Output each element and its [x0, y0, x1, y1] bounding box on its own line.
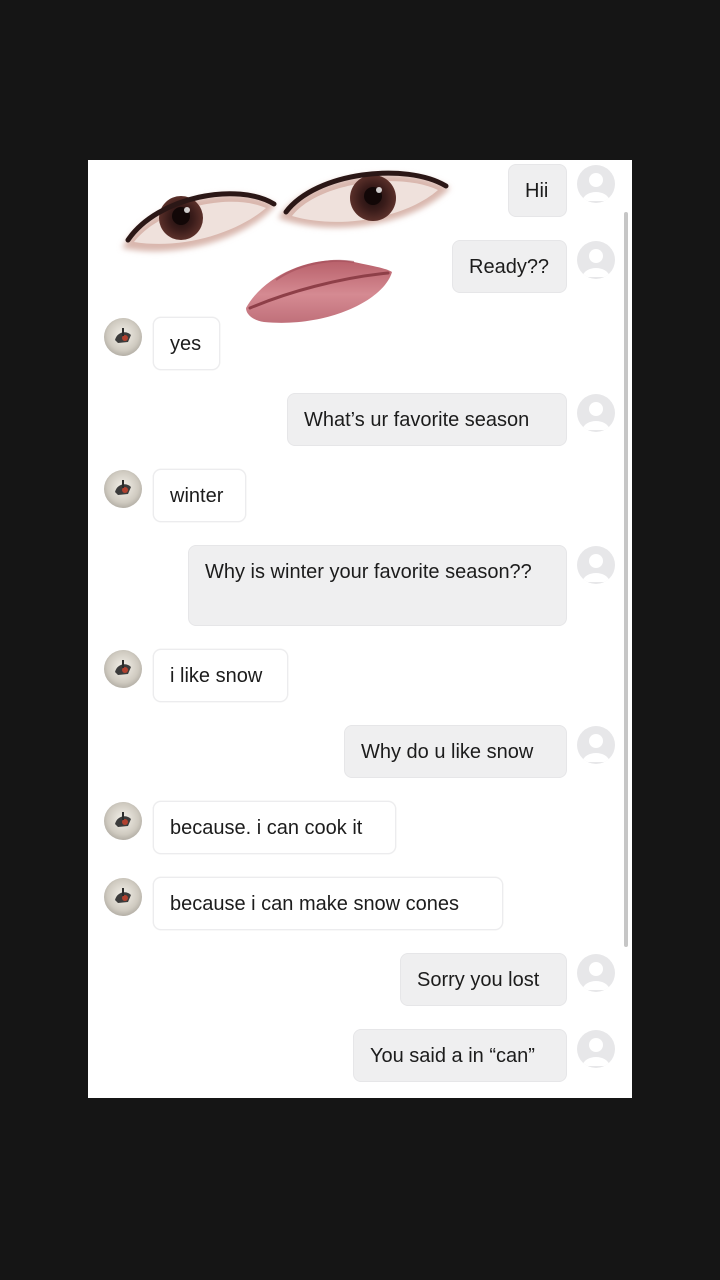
user-avatar-icon[interactable] — [577, 954, 615, 992]
user-avatar-icon[interactable] — [577, 394, 615, 432]
contact-avatar[interactable] — [104, 650, 142, 688]
contact-avatar[interactable] — [104, 318, 142, 356]
left-eye-sticker — [122, 191, 277, 252]
contact-avatar[interactable] — [104, 802, 142, 840]
incoming-message[interactable]: i like snow — [153, 649, 288, 702]
chat-panel: Hii Ready?? yes What’s ur favorite seaso… — [88, 160, 632, 1098]
user-avatar-icon[interactable] — [577, 546, 615, 584]
right-eye-sticker — [278, 170, 450, 228]
contact-avatar[interactable] — [104, 470, 142, 508]
incoming-message[interactable]: because i can make snow cones — [153, 877, 503, 930]
user-avatar-icon[interactable] — [577, 1030, 615, 1068]
outgoing-message[interactable]: You said a in “can” — [353, 1029, 567, 1082]
outgoing-message[interactable]: Hii — [508, 164, 567, 217]
screen: Hii Ready?? yes What’s ur favorite seaso… — [0, 0, 720, 1280]
lips-sticker — [246, 259, 392, 323]
user-avatar-icon[interactable] — [577, 241, 615, 279]
outgoing-message[interactable]: What’s ur favorite season — [287, 393, 567, 446]
incoming-message[interactable]: because. i can cook it — [153, 801, 396, 854]
scrollbar[interactable] — [624, 212, 628, 947]
incoming-message[interactable]: winter — [153, 469, 246, 522]
incoming-message[interactable]: yes — [153, 317, 220, 370]
outgoing-message[interactable]: Why is winter your favorite season?? — [188, 545, 567, 626]
contact-avatar[interactable] — [104, 878, 142, 916]
user-avatar-icon[interactable] — [577, 726, 615, 764]
user-avatar-icon[interactable] — [577, 165, 615, 203]
outgoing-message[interactable]: Sorry you lost — [400, 953, 567, 1006]
face-sticker-overlay — [122, 170, 450, 323]
outgoing-message[interactable]: Ready?? — [452, 240, 567, 293]
outgoing-message[interactable]: Why do u like snow — [344, 725, 567, 778]
